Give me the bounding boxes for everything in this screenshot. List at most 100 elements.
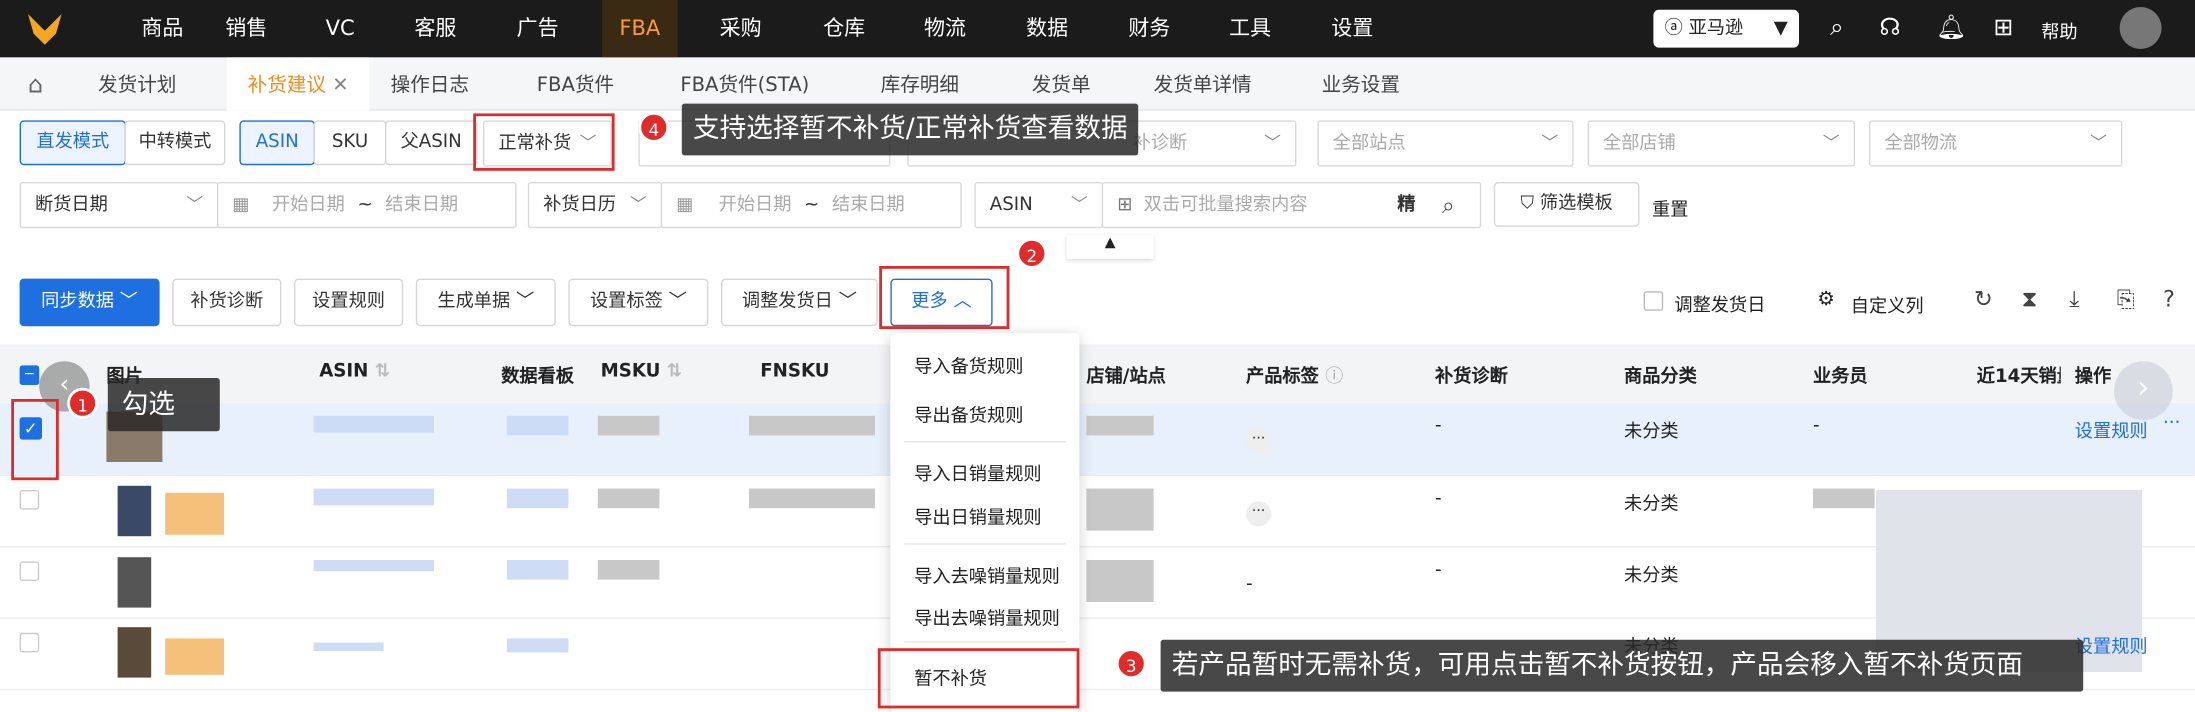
nav-item-2[interactable]: VC: [312, 0, 368, 57]
caret-up-icon: ▲: [1104, 235, 1116, 251]
close-icon[interactable]: ✕: [326, 74, 349, 96]
col-category: 商品分类: [1624, 366, 1697, 388]
nav-item-4[interactable]: 广告: [504, 0, 571, 57]
menu-divider: [904, 641, 1066, 643]
nav-item-6[interactable]: 采购: [704, 0, 777, 57]
set-rule-button[interactable]: 设置规则: [294, 278, 404, 327]
stockout-date-select[interactable]: 断货日期 ﹀: [19, 182, 219, 229]
mode-direct-button[interactable]: 直发模式: [19, 120, 127, 166]
tag-more-icon[interactable]: ···: [1246, 501, 1272, 527]
stockout-date-range[interactable]: ▦ 开始日期 ~ 结束日期: [217, 182, 517, 229]
adjust-ship-date-label: 调整发货日: [741, 291, 833, 313]
tab-label: FBA货件: [536, 74, 615, 97]
replenish-calendar-select[interactable]: 补货日历 ﹀: [527, 182, 663, 229]
set-tag-button[interactable]: 设置标签 ﹀: [568, 278, 709, 327]
nav-item-11[interactable]: 工具: [1214, 0, 1287, 57]
row-checkbox[interactable]: [19, 490, 40, 510]
tag-more-icon[interactable]: ···: [1246, 428, 1272, 454]
row-checkbox[interactable]: [19, 632, 40, 653]
headset-icon[interactable]: ☊: [1876, 14, 1904, 42]
filter-template-button[interactable]: ⛉ 筛选模板: [1493, 182, 1640, 227]
precise-toggle[interactable]: 精: [1397, 183, 1415, 226]
apps-grid-icon[interactable]: ⊞: [1989, 14, 2017, 42]
search-icon[interactable]: ⌕: [1823, 14, 1851, 42]
store-select[interactable]: 全部店铺 ﹀: [1587, 120, 1855, 167]
asin-blurred[interactable]: [313, 488, 434, 506]
site-select[interactable]: 全部站点 ﹀: [1317, 120, 1574, 167]
asin-blurred[interactable]: [313, 415, 434, 433]
col-store-site: 店铺/站点: [1086, 366, 1166, 388]
home-icon[interactable]: ⌂: [28, 71, 43, 99]
search-type-select[interactable]: ASIN ﹀: [974, 182, 1104, 229]
nav-item-12[interactable]: 设置: [1316, 0, 1389, 57]
replenish-date-range[interactable]: ▦ 开始日期 ~ 结束日期: [660, 182, 962, 229]
asin-blurred[interactable]: [313, 642, 384, 651]
hourglass-icon[interactable]: ⧗: [2022, 286, 2038, 314]
bell-icon[interactable]: 🔔︎: [1936, 14, 1966, 42]
diagnosis-placeholder: 补诊断: [1132, 133, 1188, 154]
search-input[interactable]: ⊞ 双击可批量搜索内容 精 ⌕: [1101, 182, 1482, 229]
type-sku-button[interactable]: SKU: [313, 120, 387, 166]
menu-export-stock-rule[interactable]: 导出备货规则: [914, 400, 1023, 427]
menu-export-denoise-rule[interactable]: 导出去噪销量规则: [914, 603, 1060, 630]
more-actions-icon[interactable]: ···: [2163, 413, 2180, 434]
marketplace-select[interactable]: ⓐ 亚马逊 ▼: [1653, 9, 1799, 48]
select-all-checkbox[interactable]: −: [19, 365, 40, 385]
batch-grid-icon: ⊞: [1117, 194, 1133, 216]
help-circle-icon[interactable]: ?: [2163, 286, 2175, 313]
export-icon[interactable]: ⎘: [2117, 286, 2135, 314]
dashboard-blurred[interactable]: [506, 638, 569, 653]
nav-item-8[interactable]: 物流: [909, 0, 982, 57]
tab-3[interactable]: FBA货件: [518, 57, 633, 110]
tab-7[interactable]: 发货单详情: [1137, 57, 1269, 110]
nav-item-0[interactable]: 商品: [123, 0, 201, 57]
set-rule-link[interactable]: 设置规则: [2075, 416, 2148, 442]
reset-button[interactable]: 重置: [1652, 195, 1688, 221]
tab-label: 发货单: [1031, 74, 1091, 97]
col-asin[interactable]: ASIN ⇅: [319, 361, 390, 382]
adjust-ship-checkbox[interactable]: [1643, 291, 1664, 311]
cell-diag: -: [1435, 560, 1442, 581]
col-msku[interactable]: MSKU ⇅: [601, 361, 682, 382]
menu-export-daily-sales-rule[interactable]: 导出日销量规则: [914, 503, 1041, 529]
dashboard-blurred[interactable]: [506, 560, 569, 580]
custom-columns-button[interactable]: 自定义列: [1851, 291, 1924, 318]
adjust-ship-date-button[interactable]: 调整发货日 ﹀: [721, 278, 878, 327]
search-icon[interactable]: ⌕: [1442, 183, 1455, 226]
nav-item-3[interactable]: 客服: [402, 0, 469, 57]
nav-item-7[interactable]: 仓库: [808, 0, 881, 57]
row-checkbox[interactable]: [19, 561, 40, 581]
tab-label: 操作日志: [390, 74, 469, 97]
scroll-right-icon[interactable]: ›: [2114, 361, 2173, 420]
menu-import-denoise-rule[interactable]: 导入去噪销量规则: [914, 561, 1060, 588]
refresh-icon[interactable]: ↻: [1974, 286, 1993, 313]
type-asin-button[interactable]: ASIN: [239, 120, 315, 166]
sync-data-button[interactable]: 同步数据 ﹀: [19, 278, 160, 327]
tab-0[interactable]: 发货计划: [81, 57, 193, 110]
tab-2[interactable]: 操作日志: [372, 57, 487, 110]
mode-transfer-button[interactable]: 中转模式: [124, 120, 226, 166]
logistics-select[interactable]: 全部物流 ﹀: [1869, 120, 2123, 167]
replenish-diagnose-button[interactable]: 补货诊断: [172, 278, 282, 327]
cell-diag: -: [1435, 415, 1442, 437]
download-icon[interactable]: ⤓: [2069, 286, 2079, 314]
nav-item-5[interactable]: FBA: [602, 0, 678, 58]
menu-import-daily-sales-rule[interactable]: 导入日销量规则: [914, 459, 1041, 486]
type-parent-asin-button[interactable]: 父ASIN: [385, 120, 478, 166]
range-separator: ~: [804, 194, 820, 216]
nav-item-1[interactable]: 销售: [213, 0, 280, 57]
dashboard-blurred[interactable]: [506, 415, 569, 436]
dashboard-blurred[interactable]: [506, 488, 569, 509]
nav-item-9[interactable]: 数据: [1011, 0, 1084, 57]
cell-category: 未分类: [1624, 421, 1679, 443]
user-avatar[interactable]: [2119, 7, 2162, 49]
collapse-filter-toggle[interactable]: ▲: [1066, 235, 1154, 259]
help-link[interactable]: 帮助: [2041, 17, 2077, 43]
menu-import-stock-rule[interactable]: 导入备货规则: [914, 351, 1023, 378]
set-rule-link[interactable]: 设置规则: [2075, 631, 2148, 658]
tab-1[interactable]: 补货建议 ✕: [226, 57, 370, 111]
asin-blurred[interactable]: [313, 560, 434, 572]
nav-item-10[interactable]: 财务: [1113, 0, 1186, 57]
generate-doc-button[interactable]: 生成单据 ﹀: [415, 278, 556, 327]
tab-8[interactable]: 业务设置: [1302, 57, 1420, 110]
